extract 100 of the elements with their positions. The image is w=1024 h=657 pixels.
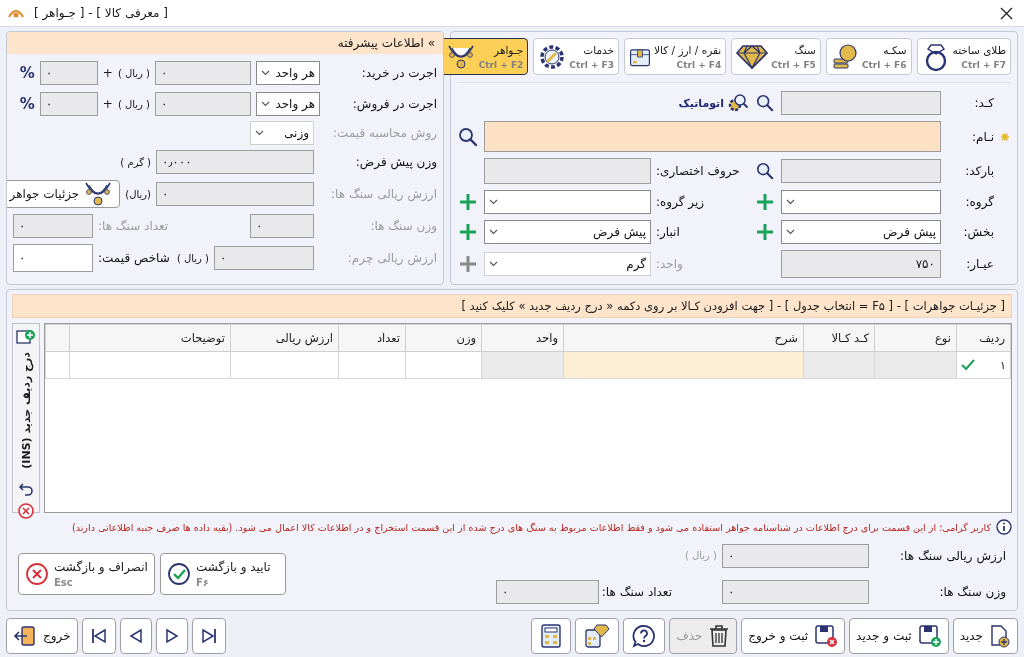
column-header[interactable]: واحد <box>481 324 564 352</box>
dropdown[interactable] <box>484 190 651 214</box>
field-label: روش محاسبه قیمت: <box>332 126 437 140</box>
column-header[interactable]: ردیف <box>956 324 1011 352</box>
skip-right-icon <box>200 628 217 644</box>
help-icon <box>632 624 657 648</box>
confirm-button[interactable]: تایید و بازگشت F۶ <box>159 552 286 595</box>
dropdown[interactable]: پیش فرض <box>781 220 941 244</box>
toolbar-icon-button[interactable] <box>119 618 152 654</box>
dropdown[interactable]: پیش فرض <box>484 220 651 244</box>
chevron-down-icon <box>255 130 264 136</box>
toolbar-icon-button[interactable] <box>623 618 666 654</box>
input-field[interactable]: ۰ <box>722 579 869 604</box>
add-icon <box>756 223 774 241</box>
required-star-icon <box>1001 132 1009 141</box>
close-icon <box>999 6 1013 20</box>
input-field[interactable] <box>484 121 941 152</box>
input-field[interactable]: ۰ <box>155 61 251 85</box>
auto-code-button[interactable]: اتوماتیک <box>678 93 749 113</box>
field-label: اجرت در فروش: <box>351 97 437 111</box>
trash-icon <box>708 624 731 648</box>
section-header[interactable]: » اطلاعات پیشرفته <box>7 32 443 54</box>
percent-sign: % <box>19 64 35 82</box>
input-field[interactable]: ۷۵۰ <box>781 250 941 278</box>
document-plus-icon <box>989 624 1011 648</box>
field-label: واحد: <box>656 257 683 271</box>
input-field[interactable]: ۰ <box>722 543 869 568</box>
dropdown[interactable] <box>781 190 941 214</box>
coin-stack-icon <box>830 41 859 72</box>
row-number: ۱ <box>1000 358 1006 372</box>
field-label: تعداد سنگ ها: <box>604 584 672 599</box>
input-field[interactable]: ۰٫۰۰۰ <box>156 150 314 174</box>
input-field[interactable]: ۰ <box>39 92 98 116</box>
field-label: زیر گروه: <box>656 195 705 209</box>
toolbar-icon-button[interactable] <box>191 618 226 654</box>
toolbar-button[interactable]: ثبت و جدید <box>849 618 949 654</box>
chevron-down-icon <box>489 261 498 267</box>
column-header[interactable]: کـد کـالا <box>803 324 875 352</box>
calculator-diamond-icon <box>584 624 611 648</box>
chevron-down-icon <box>786 199 795 205</box>
plus-sign: + <box>102 97 113 111</box>
field-label: گروه: <box>964 195 994 209</box>
unit-label: ( ریال ) <box>684 550 717 561</box>
triangle-left-icon <box>128 628 143 644</box>
field-label: نـام: <box>971 129 994 144</box>
input-field[interactable]: ۰ <box>39 61 98 85</box>
input-field[interactable] <box>781 91 941 115</box>
field-label: ارزش ریالی سنگ ها: <box>330 187 437 201</box>
field-label: بخش: <box>962 225 994 239</box>
column-header[interactable]: وزن <box>405 324 482 352</box>
gear-icon <box>538 42 567 71</box>
field-label: شاخص قیمت: <box>98 251 170 265</box>
unit-label: (ریال) <box>125 188 151 200</box>
field-label: حروف اختصاری: <box>656 164 740 178</box>
input-field[interactable] <box>781 159 941 183</box>
info-icon <box>996 519 1012 535</box>
column-header[interactable]: نوع <box>874 324 957 352</box>
chevron-down-icon <box>261 101 270 107</box>
toolbar-icon-button[interactable] <box>575 618 620 654</box>
chevron-down-icon <box>489 199 498 205</box>
input-field[interactable]: ۰ <box>13 244 93 272</box>
field-label: تعداد سنگ ها: <box>98 219 169 233</box>
toolbar-icon-button[interactable] <box>155 618 188 654</box>
check-circle-icon <box>166 561 191 586</box>
column-header[interactable]: شرح <box>563 324 804 352</box>
field-label: عیـار: <box>965 257 994 271</box>
undo-icon <box>18 480 34 497</box>
unit-label: ( گرم ) <box>120 156 151 168</box>
triangle-right-icon <box>164 628 179 644</box>
input-field[interactable]: ۰ <box>496 579 599 604</box>
toolbar-icon-button[interactable] <box>531 618 572 654</box>
chevron-down-icon <box>261 70 270 76</box>
field-label: بارکد: <box>964 164 994 178</box>
close-circle-icon <box>25 561 49 586</box>
column-header[interactable]: ارزش ریالی <box>230 324 339 352</box>
toolbar-button[interactable]: ثبت و خروج <box>741 618 846 654</box>
currency-label: ( ریال ) <box>117 98 150 110</box>
field-label: وزن سنگ ها: <box>369 219 437 233</box>
field-label: اجرت در خرید: <box>360 66 437 80</box>
search-icon <box>756 94 774 112</box>
column-header[interactable]: توضیحات <box>69 324 231 352</box>
toolbar-button[interactable]: خروج <box>6 618 78 654</box>
dropdown[interactable]: هر واحد <box>256 61 320 85</box>
add-icon <box>459 223 477 241</box>
dropdown[interactable]: هر واحد <box>256 92 320 116</box>
jewel-details-button[interactable]: جزئیات جواهر <box>7 180 121 208</box>
input-field[interactable]: ۰ <box>155 92 251 116</box>
info-note: کاربر گرامی؛ از این قسمت برای درج اطلاعات در شناسنامه جواهر استفاده می شود و فقط اطلاعات مربوط به سنگ های درج شده از این قسمت استخراج و در اطلاعات کالا اعمال می شود. (بقیه داده ها صرف جنبه اطلاعاتی دارند) <box>71 521 991 533</box>
column-header[interactable]: تعداد <box>338 324 406 352</box>
add-icon <box>459 193 477 211</box>
exit-icon <box>13 625 37 647</box>
logo-icon <box>8 7 24 19</box>
toolbar-icon-button[interactable] <box>81 618 116 654</box>
diamond-icon <box>736 43 769 70</box>
add-icon <box>459 255 477 273</box>
calculator-icon <box>540 624 563 648</box>
floppy-plus-icon <box>917 624 942 648</box>
toolbar-button[interactable]: جدید <box>952 618 1018 654</box>
floppy-x-icon <box>814 624 839 648</box>
input-field[interactable] <box>484 158 651 184</box>
